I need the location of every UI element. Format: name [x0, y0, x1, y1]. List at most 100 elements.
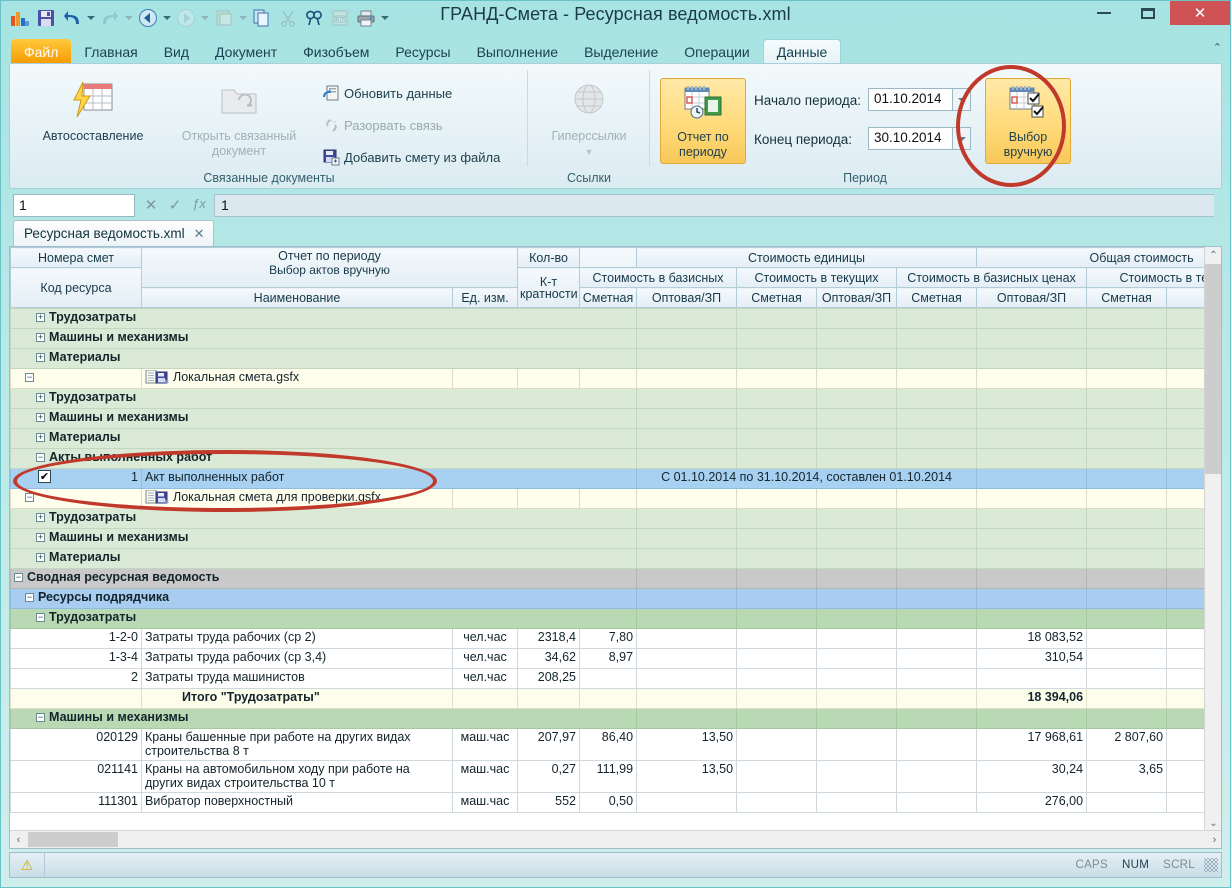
report-by-period-button[interactable]: Отчет по периоду: [660, 78, 746, 164]
table-row[interactable]: − Локальная смета.gsfx: [10, 368, 1206, 389]
act-checkbox[interactable]: ✔: [38, 470, 51, 483]
warning-icon[interactable]: ⚠: [10, 857, 44, 874]
document-tab-close-icon[interactable]: ✕: [194, 226, 205, 242]
header-report-period[interactable]: Отчет по периоду Выбор актов вручную: [141, 247, 518, 288]
name-box-input[interactable]: 1: [13, 194, 135, 217]
accept-edit-icon[interactable]: ✓: [165, 196, 185, 214]
header-estimate-numbers[interactable]: Номера смет: [10, 247, 142, 268]
table-row[interactable]: ✔ 1 Акт выполненных работ С 01.10.2014 по 3…: [10, 468, 1206, 489]
tree-toggle-icon[interactable]: +: [36, 513, 45, 522]
table-row[interactable]: − Локальная смета для проверки.gsfx: [10, 488, 1206, 509]
table-row[interactable]: − Ресурсы подрядчика: [10, 588, 1206, 609]
close-button[interactable]: ✕: [1170, 1, 1230, 25]
table-row[interactable]: 020129 Краны башенные при работе на други…: [10, 728, 1206, 761]
tree-toggle-icon[interactable]: −: [25, 373, 34, 382]
resize-grip[interactable]: [1204, 858, 1218, 872]
header-base-cost-total[interactable]: Стоимость в базисных ценах: [895, 267, 1088, 288]
table-row[interactable]: 1-3-4 Затраты труда рабочих (ср 3,4) чел.ч…: [10, 648, 1206, 669]
tab-file[interactable]: Файл: [11, 39, 72, 64]
act-row-checkbox-cell[interactable]: ✔ 1: [10, 468, 142, 489]
table-row[interactable]: + Трудозатраты: [10, 508, 1206, 529]
header-quantity[interactable]: Кол-во: [517, 247, 580, 268]
table-row[interactable]: + Материалы: [10, 428, 1206, 449]
horizontal-scroll-thumb[interactable]: [28, 832, 118, 847]
scroll-up-icon[interactable]: ⌃: [1205, 247, 1221, 264]
header-name[interactable]: Наименование: [141, 287, 453, 308]
grid-vertical-scrollbar[interactable]: ⌃ ⌄: [1204, 247, 1221, 832]
vertical-scroll-thumb[interactable]: [1205, 264, 1221, 474]
period-start-input[interactable]: 01.10.2014: [868, 88, 953, 111]
tab-execution[interactable]: Выполнение: [464, 39, 571, 64]
header-total-current-estimate[interactable]: Сметная: [1086, 287, 1168, 308]
header-unit[interactable]: Ед. изм.: [452, 287, 518, 308]
tree-toggle-icon[interactable]: −: [36, 613, 45, 622]
tree-toggle-icon[interactable]: +: [36, 333, 45, 342]
tree-toggle-icon[interactable]: +: [36, 393, 45, 402]
table-row[interactable]: + Материалы: [10, 348, 1206, 369]
header-base-wholesale[interactable]: Оптовая/ЗП: [636, 287, 737, 308]
autocompose-button[interactable]: Автосоставление: [28, 80, 158, 144]
table-row[interactable]: Итого "Трудозатраты" 18 394,06: [10, 688, 1206, 709]
header-current-cost[interactable]: Стоимость в текущих: [736, 267, 897, 288]
header-current-wholesale[interactable]: Оптовая/ЗП: [816, 287, 897, 308]
tab-home[interactable]: Главная: [71, 39, 150, 64]
tab-document[interactable]: Документ: [202, 39, 290, 64]
table-row[interactable]: + Трудозатраты: [10, 308, 1206, 329]
tab-data[interactable]: Данные: [762, 39, 842, 64]
header-base-estimate[interactable]: Сметная: [579, 287, 637, 308]
tree-toggle-icon[interactable]: −: [14, 573, 23, 582]
maximize-button[interactable]: [1126, 1, 1170, 25]
header-multiplicity[interactable]: К-т кратности: [517, 267, 580, 308]
tree-toggle-icon[interactable]: +: [36, 553, 45, 562]
header-current-cost-total[interactable]: Стоимость в текущих: [1086, 267, 1221, 288]
tree-toggle-icon[interactable]: +: [36, 313, 45, 322]
tab-selection[interactable]: Выделение: [571, 39, 671, 64]
period-end-input[interactable]: 30.10.2014: [868, 127, 953, 150]
table-row[interactable]: − Машины и механизмы: [10, 708, 1206, 729]
tab-resources[interactable]: Ресурсы: [382, 39, 463, 64]
formula-input[interactable]: 1: [214, 194, 1214, 217]
refresh-data-button[interactable]: Обновить данные: [323, 85, 452, 102]
tab-physvolume[interactable]: Физобъем: [290, 39, 382, 64]
tab-operations[interactable]: Операции: [671, 39, 763, 64]
tab-view[interactable]: Вид: [151, 39, 202, 64]
add-estimate-from-file-button[interactable]: Добавить смету из файла: [323, 149, 500, 166]
grid-horizontal-scrollbar[interactable]: ‹ ›: [10, 830, 1221, 848]
scroll-left-icon[interactable]: ‹: [10, 831, 27, 848]
tree-toggle-icon[interactable]: −: [36, 453, 45, 462]
table-row[interactable]: + Машины и механизмы: [10, 528, 1206, 549]
manual-select-button[interactable]: Выбор вручную: [985, 78, 1071, 164]
header-resource-code[interactable]: Код ресурса: [10, 267, 142, 308]
tree-toggle-icon[interactable]: +: [36, 533, 45, 542]
table-row[interactable]: + Трудозатраты: [10, 388, 1206, 409]
ribbon-collapse-icon[interactable]: ⌃: [1213, 41, 1222, 54]
header-total-cost[interactable]: Общая стоимость: [976, 247, 1221, 268]
cancel-edit-icon[interactable]: ✕: [141, 196, 161, 214]
function-icon[interactable]: ƒx: [189, 196, 209, 211]
document-tab-resource-sheet[interactable]: Ресурсная ведомость.xml ✕: [13, 220, 214, 246]
table-row[interactable]: + Материалы: [10, 548, 1206, 569]
table-row[interactable]: − Акты выполненных работ: [10, 448, 1206, 469]
header-total-base-estimate[interactable]: Сметная: [895, 287, 978, 308]
header-current-estimate[interactable]: Сметная: [736, 287, 817, 308]
minimize-button[interactable]: [1082, 1, 1126, 25]
tree-toggle-icon[interactable]: −: [25, 493, 34, 502]
table-row[interactable]: − Сводная ресурсная ведомость: [10, 568, 1206, 589]
scroll-right-icon[interactable]: ›: [1206, 831, 1221, 848]
table-row[interactable]: + Машины и механизмы: [10, 328, 1206, 349]
header-base-cost[interactable]: Стоимость в базисных: [579, 267, 737, 288]
tree-toggle-icon[interactable]: +: [36, 353, 45, 362]
tree-toggle-icon[interactable]: −: [36, 713, 45, 722]
tree-toggle-icon[interactable]: +: [36, 433, 45, 442]
period-start-dropdown[interactable]: [953, 88, 971, 111]
table-row[interactable]: 1-2-0 Затраты труда рабочих (ср 2) чел.час…: [10, 628, 1206, 649]
tree-toggle-icon[interactable]: −: [25, 593, 34, 602]
table-row[interactable]: + Машины и механизмы: [10, 408, 1206, 429]
table-row[interactable]: 2 Затраты труда машинистов чел.час 208,25: [10, 668, 1206, 689]
header-total-base-wholesale[interactable]: Оптовая/ЗП: [976, 287, 1088, 308]
header-unit-cost[interactable]: Стоимость единицы: [635, 247, 978, 268]
tree-toggle-icon[interactable]: +: [36, 413, 45, 422]
table-row[interactable]: 021141 Краны на автомобильном ходу при ра…: [10, 760, 1206, 793]
table-row[interactable]: − Трудозатраты: [10, 608, 1206, 629]
table-row[interactable]: 111301 Вибратор поверхностный маш.час 552 0,…: [10, 792, 1206, 813]
